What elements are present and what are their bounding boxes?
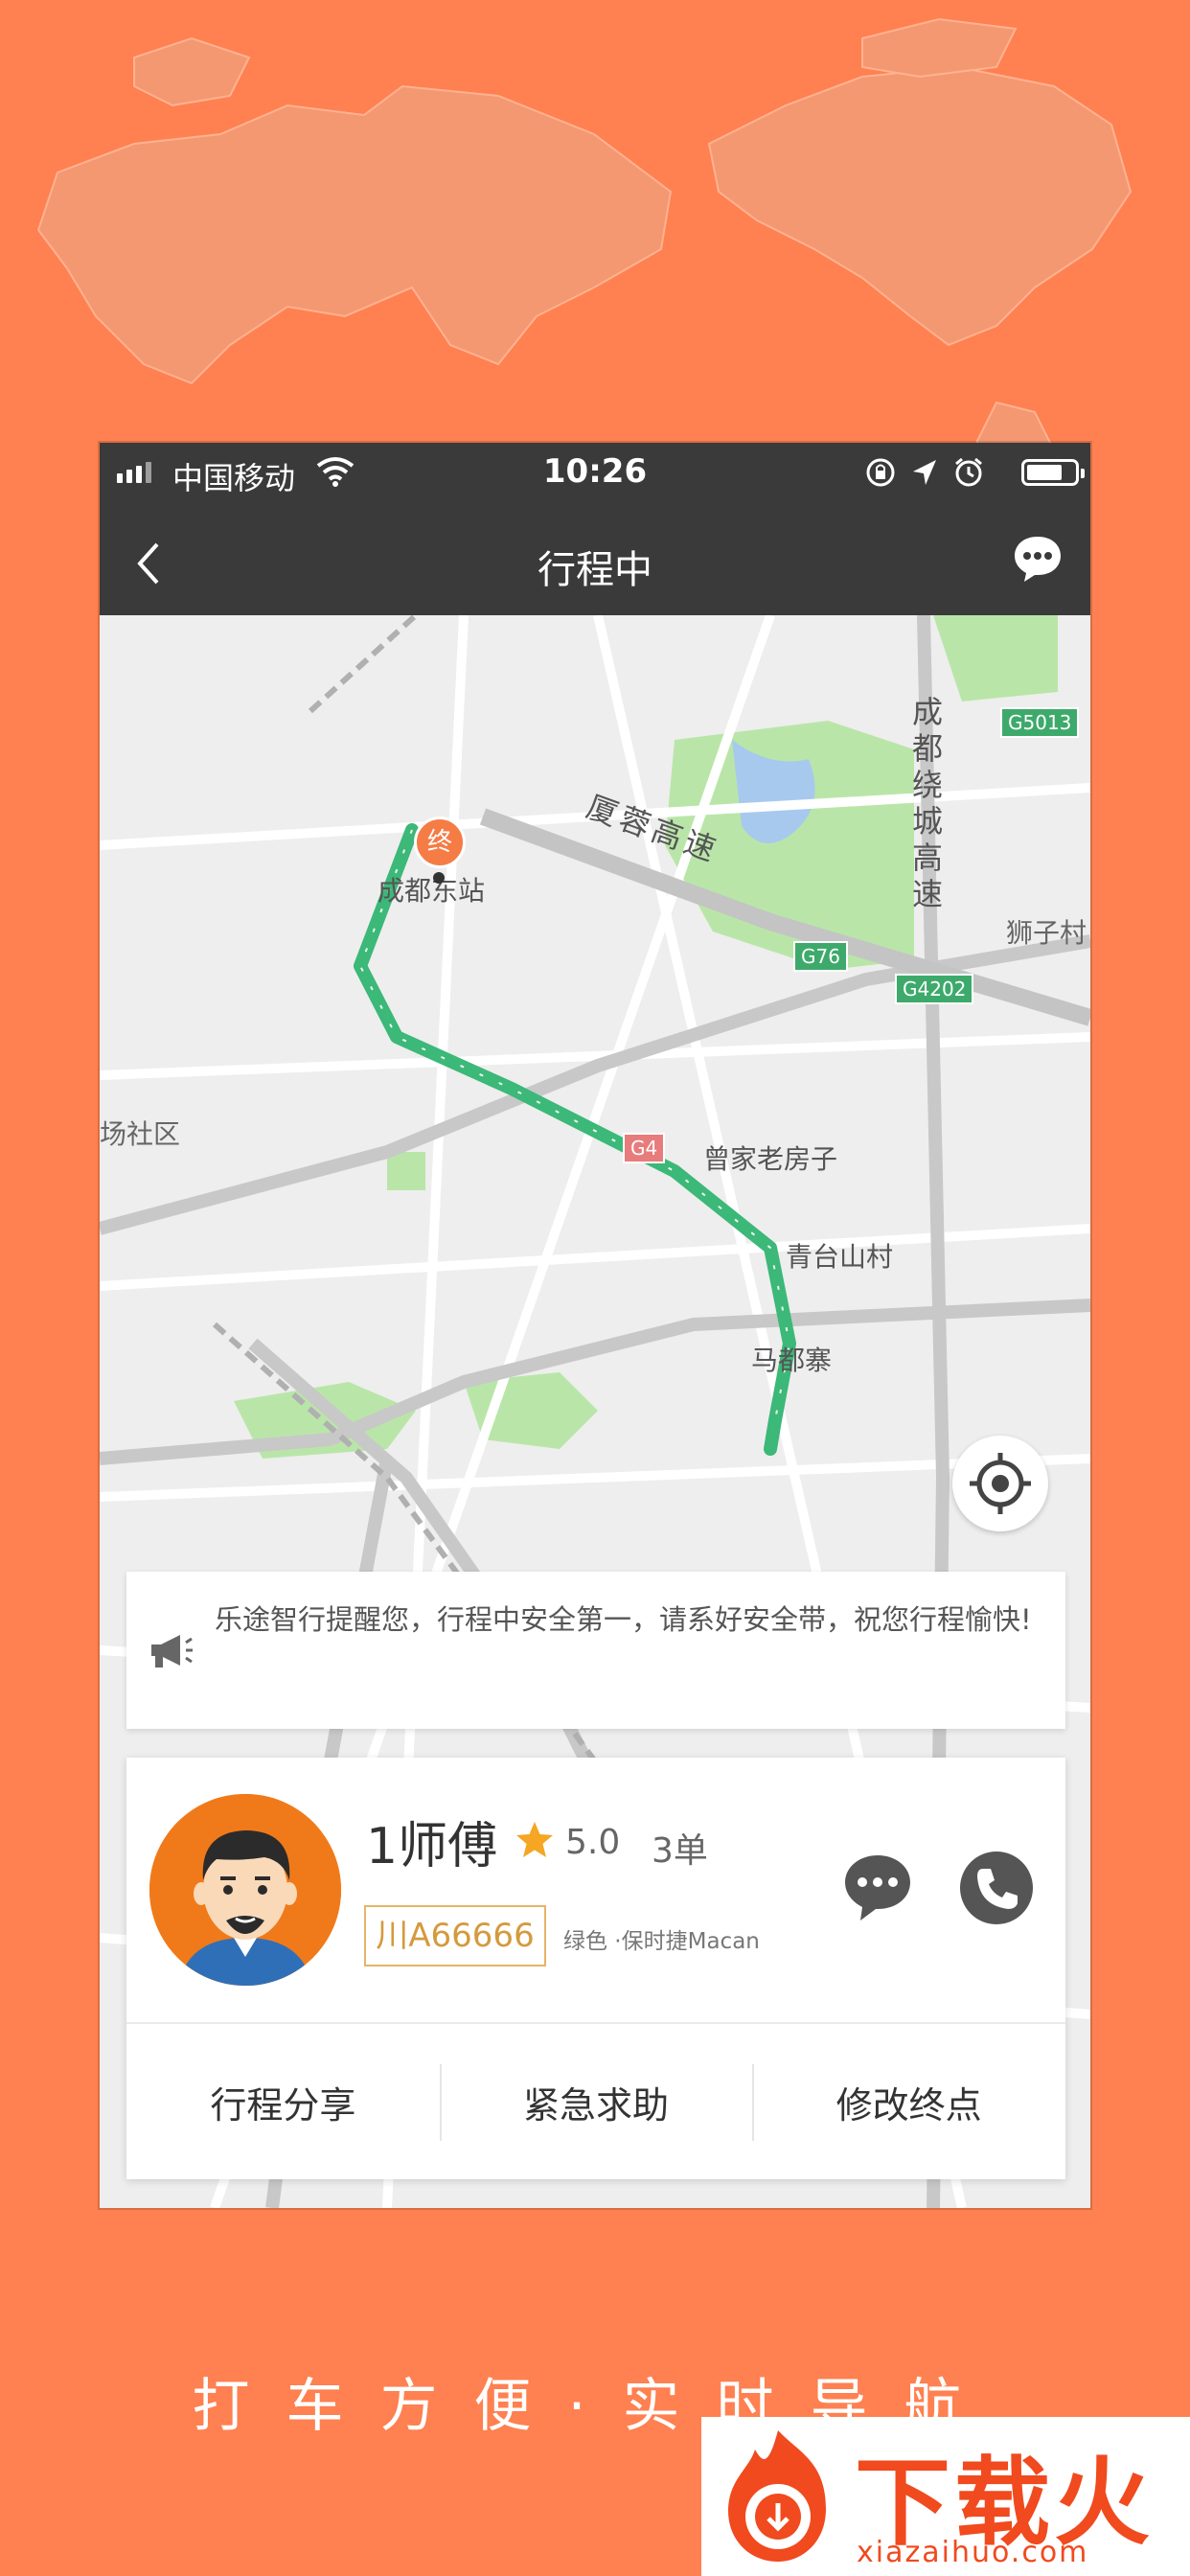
megaphone-icon (151, 1635, 193, 1668)
driver-name: 1师傅 (366, 1818, 498, 1875)
watermark-domain: xiazaihuo.com (857, 2536, 1089, 2569)
edit-destination-label: 修改终点 (835, 2083, 982, 2127)
crosshair-icon (970, 1453, 1031, 1514)
emergency-help-button[interactable]: 紧急求助 (439, 2024, 753, 2179)
map-label: 场社区 (100, 1118, 181, 1150)
map-label: 曾家老房子 (703, 1143, 838, 1175)
destination-marker: 终 (414, 816, 466, 868)
page-title: 行程中 (538, 548, 652, 592)
share-trip-button[interactable]: 行程分享 (126, 2024, 440, 2179)
share-trip-label: 行程分享 (210, 2083, 356, 2127)
park-area (387, 1152, 425, 1190)
message-driver-button[interactable] (839, 1850, 916, 1926)
alarm-icon (955, 457, 982, 487)
map-label: 成都绕城高速 (912, 694, 944, 912)
map-label: 狮子村 (1006, 917, 1087, 949)
locate-me-button[interactable] (952, 1436, 1048, 1531)
driver-avatar-image (149, 1794, 341, 1986)
highway-shield: G5013 (1000, 707, 1080, 738)
edit-destination-button[interactable]: 修改终点 (752, 2024, 1065, 2179)
rotation-lock-icon (866, 458, 895, 487)
driver-avatar (149, 1794, 341, 1986)
chat-bubble-icon[interactable] (1012, 533, 1064, 585)
location-arrow-icon (913, 460, 936, 485)
destination-marker-label: 终 (426, 828, 452, 857)
map-label: 青台山村 (786, 1241, 894, 1273)
map-label: 马都寨 (751, 1345, 833, 1376)
app-screenshot: 中国移动 10:26 行程中 厦蓉高速 成都绕城高速 成都东站 狮子村 场社区 … (100, 443, 1090, 2208)
highway-shield: G4202 (895, 974, 974, 1004)
map-label: 成都东站 (378, 875, 486, 907)
driver-card: 1师傅 5.0 3单 川A66666 绿色 ·保时捷Macan 行程分享 紧急求… (126, 1758, 1065, 2179)
emergency-help-label: 紧急求助 (523, 2083, 670, 2127)
highway-shield: G4 (623, 1133, 666, 1163)
driver-rating: 5.0 (565, 1823, 621, 1862)
star-icon (516, 1822, 553, 1857)
status-bar: 中国移动 10:26 (100, 443, 1090, 504)
watermark-logo: 下载火 xiazaihuo.com (701, 2417, 1190, 2576)
nav-bar: 行程中 (100, 504, 1090, 615)
highway-shield: G76 (793, 941, 848, 972)
car-info: 绿色 ·保时捷Macan (563, 1929, 760, 1954)
call-driver-button[interactable] (958, 1850, 1035, 1926)
safety-notice: 乐途智行提醒您，行程中安全第一，请系好安全带，祝您行程愉快! (126, 1572, 1065, 1729)
safety-notice-text: 乐途智行提醒您，行程中安全第一，请系好安全带，祝您行程愉快! (215, 1603, 1032, 1636)
flame-logo-icon (728, 2430, 826, 2562)
license-plate: 川A66666 (364, 1905, 546, 1966)
destination-dot (433, 872, 445, 884)
driver-order-count: 3单 (652, 1831, 708, 1871)
battery-icon (1021, 459, 1085, 486)
trip-actions: 行程分享 紧急求助 修改终点 (126, 2024, 1065, 2179)
